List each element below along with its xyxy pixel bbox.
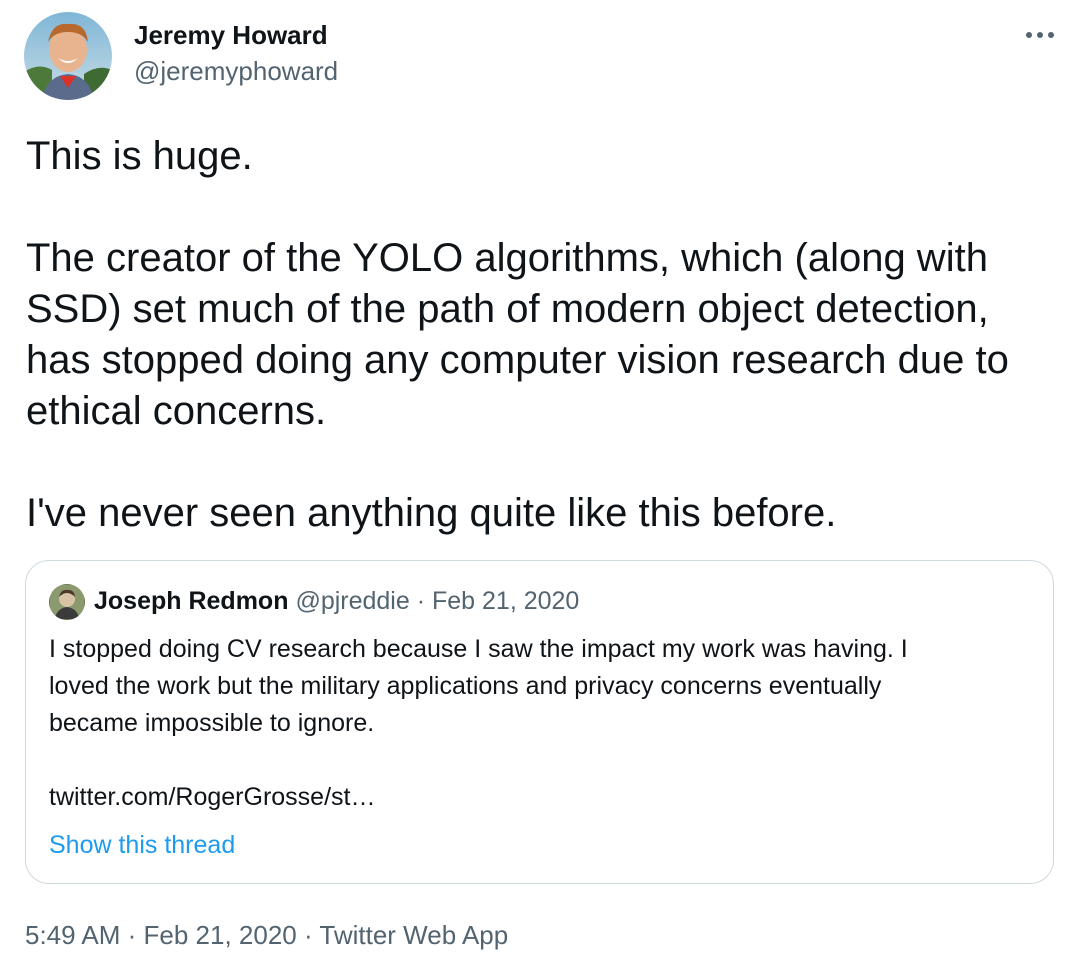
- author-avatar[interactable]: [24, 12, 112, 100]
- quoted-tweet-card[interactable]: Joseph Redmon @pjreddie · Feb 21, 2020 I…: [25, 560, 1054, 884]
- footer-separator: ·: [296, 920, 320, 950]
- quote-author-handle: @pjreddie: [295, 587, 410, 615]
- more-options-button[interactable]: [1014, 18, 1066, 52]
- author-name[interactable]: Jeremy Howard: [134, 20, 328, 51]
- quote-date[interactable]: Feb 21, 2020: [432, 587, 579, 615]
- quote-separator: ·: [409, 587, 432, 615]
- tweet-line: I've never seen anything quite like this…: [26, 491, 837, 535]
- footer-separator: ·: [120, 920, 144, 950]
- quote-line-break: [49, 742, 1029, 779]
- tweet-line: SSD) set much of the path of modern obje…: [26, 287, 989, 331]
- quote-link[interactable]: twitter.com/RogerGrosse/st…: [49, 779, 1029, 816]
- author-handle[interactable]: @jeremyphoward: [134, 56, 338, 87]
- show-thread-link[interactable]: Show this thread: [49, 831, 235, 860]
- quote-line: became impossible to ignore.: [49, 709, 375, 737]
- tweet-date[interactable]: Feb 21, 2020: [144, 920, 297, 950]
- quote-author-avatar: [49, 584, 85, 620]
- tweet-line: This is huge.: [26, 134, 253, 178]
- tweet-line: ethical concerns.: [26, 389, 327, 433]
- tweet-line: The creator of the YOLO algorithms, whic…: [26, 236, 988, 280]
- profile-photo-icon: [24, 12, 112, 100]
- tweet-text: This is huge. The creator of the YOLO al…: [26, 131, 1066, 539]
- quote-avatar-icon: [49, 584, 85, 620]
- tweet-time[interactable]: 5:49 AM: [25, 920, 120, 950]
- tweet-metadata: 5:49 AM · Feb 21, 2020 · Twitter Web App: [25, 920, 508, 951]
- quote-text: I stopped doing CV research because I sa…: [49, 631, 1029, 816]
- quote-line: I stopped doing CV research because I sa…: [49, 635, 908, 663]
- tweet-line-break: [26, 182, 1066, 233]
- quote-header: Joseph Redmon @pjreddie · Feb 21, 2020: [94, 587, 579, 616]
- tweet-source: Twitter Web App: [319, 920, 509, 950]
- quote-author-name: Joseph Redmon: [94, 587, 289, 615]
- tweet-line-break: [26, 437, 1066, 488]
- quote-line: loved the work but the military applicat…: [49, 672, 882, 700]
- tweet-line: has stopped doing any computer vision re…: [26, 338, 1009, 382]
- more-horizontal-icon: [1026, 32, 1054, 38]
